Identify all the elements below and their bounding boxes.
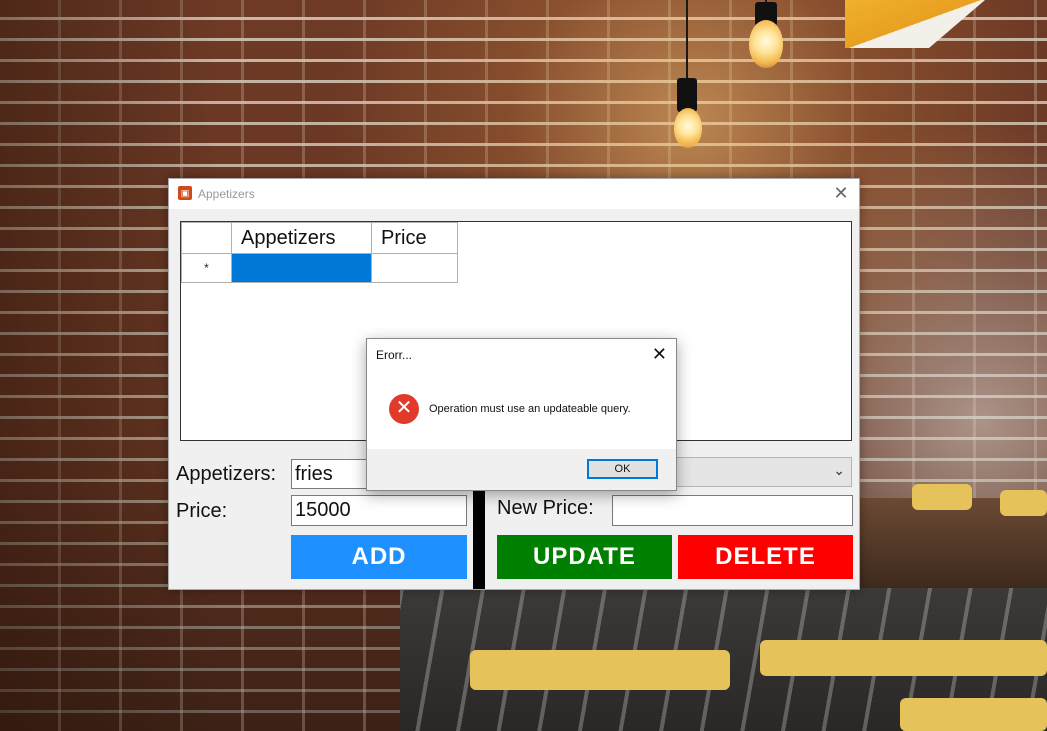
- section-divider: [473, 489, 485, 589]
- update-button[interactable]: UPDATE: [497, 535, 672, 579]
- background-bulb: [749, 20, 783, 68]
- cell-price[interactable]: [371, 253, 458, 283]
- new-price-label: New Price:: [497, 497, 594, 519]
- table-row[interactable]: *: [181, 253, 458, 283]
- background-bulb: [674, 108, 702, 148]
- column-header-price[interactable]: Price: [371, 222, 458, 254]
- background-chair: [760, 640, 1047, 676]
- background-socket: [677, 78, 697, 112]
- delete-button[interactable]: DELETE: [678, 535, 853, 579]
- dialog-message: Operation must use an updateable query.: [429, 403, 631, 415]
- ok-button[interactable]: OK: [587, 459, 658, 479]
- window-title: Appetizers: [198, 187, 255, 201]
- background-chair: [1000, 490, 1047, 516]
- dialog-title: Erorr...: [376, 348, 413, 362]
- new-row-marker: *: [181, 253, 232, 283]
- window-titlebar: ▣ Appetizers ✕: [169, 179, 859, 209]
- new-price-input[interactable]: [612, 495, 853, 526]
- chevron-down-icon: ⌄: [833, 462, 845, 478]
- price-label: Price:: [176, 500, 228, 522]
- background-chair: [900, 698, 1047, 731]
- background-chair: [470, 650, 730, 690]
- background-cord: [686, 0, 688, 80]
- error-dialog: Erorr... ✕ ✕ Operation must use an updat…: [366, 338, 677, 491]
- cell-appetizers-selected[interactable]: [231, 253, 372, 283]
- dialog-close-icon[interactable]: ✕: [652, 344, 667, 365]
- error-icon: ✕: [389, 394, 419, 424]
- window-close-icon[interactable]: ✕: [831, 183, 851, 204]
- dialog-footer: OK: [367, 449, 676, 490]
- appetizers-label: Appetizers:: [176, 463, 277, 485]
- app-icon: ▣: [178, 186, 192, 200]
- price-input[interactable]: 15000: [291, 495, 467, 526]
- grid-corner-header: [181, 222, 232, 254]
- add-button[interactable]: ADD: [291, 535, 467, 579]
- background-chair: [912, 484, 972, 510]
- column-header-appetizers[interactable]: Appetizers: [231, 222, 372, 254]
